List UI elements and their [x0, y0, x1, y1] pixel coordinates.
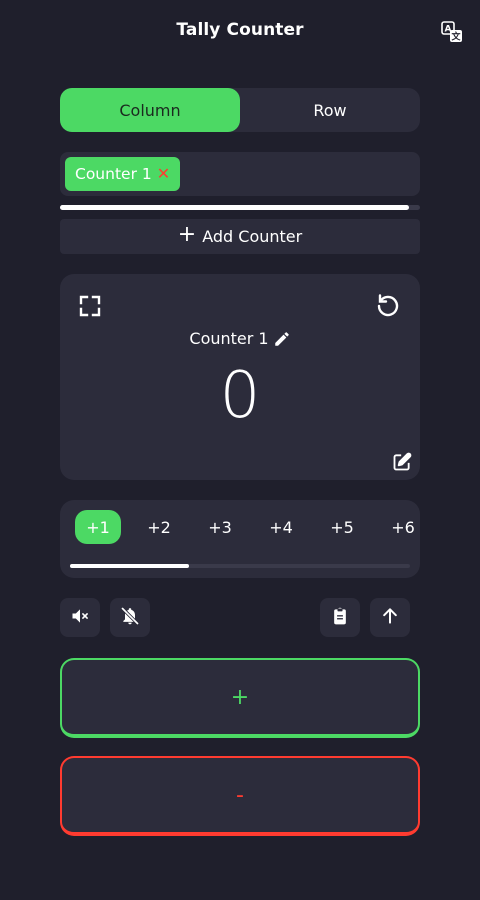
scrollbar-thumb[interactable] [60, 205, 410, 210]
counter-name-row: Counter 1 [60, 329, 420, 348]
svg-text:文: 文 [450, 31, 461, 43]
mute-button[interactable] [60, 598, 100, 637]
layout-option-row[interactable]: Row [240, 88, 420, 132]
layout-toggle: Column Row [60, 88, 420, 132]
scrollbar-thumb[interactable] [70, 564, 189, 568]
fullscreen-icon[interactable] [78, 294, 102, 318]
counter-tab[interactable]: Counter 1 ✕ [65, 157, 181, 191]
scroll-top-button[interactable] [370, 598, 410, 637]
edit-icon[interactable] [392, 452, 412, 472]
counter-tab-label: Counter 1 [75, 165, 152, 183]
step-option-6[interactable]: +6 [380, 510, 420, 544]
arrow-up-icon [380, 606, 400, 630]
copy-button[interactable] [320, 598, 360, 637]
add-counter-label: Add Counter [202, 227, 303, 246]
notifications-off-button[interactable] [110, 598, 150, 637]
reset-icon[interactable] [374, 292, 402, 320]
translate-icon[interactable]: A 文 [440, 20, 464, 44]
app-root: Tally Counter A 文 Column Row Counter 1 ✕… [0, 0, 480, 900]
layout-option-column[interactable]: Column [60, 88, 240, 132]
mute-icon [70, 606, 90, 630]
notifications-off-icon [120, 606, 140, 630]
add-counter-button[interactable]: + Add Counter [60, 219, 420, 254]
increment-button[interactable]: + [60, 658, 420, 738]
step-option-2[interactable]: +2 [136, 510, 182, 544]
plus-icon: + [177, 222, 197, 247]
app-title: Tally Counter [176, 20, 304, 40]
step-option-3[interactable]: +3 [197, 510, 243, 544]
pencil-icon[interactable] [273, 330, 291, 348]
counter-card: Counter 1 0 [60, 274, 420, 480]
clipboard-icon [330, 606, 350, 630]
step-list: +1 +2 +3 +4 +5 +6 [75, 510, 420, 544]
counter-tabs: Counter 1 ✕ [60, 152, 420, 196]
counter-tabs-scrollbar[interactable] [60, 205, 420, 210]
step-selector-scrollbar[interactable] [70, 564, 410, 568]
counter-name: Counter 1 [189, 329, 269, 348]
close-icon[interactable]: ✕ [157, 166, 170, 182]
step-option-1[interactable]: +1 [75, 510, 121, 544]
step-option-5[interactable]: +5 [319, 510, 365, 544]
step-option-4[interactable]: +4 [258, 510, 304, 544]
counter-value: 0 [219, 359, 261, 433]
decrement-button[interactable]: - [60, 756, 420, 836]
